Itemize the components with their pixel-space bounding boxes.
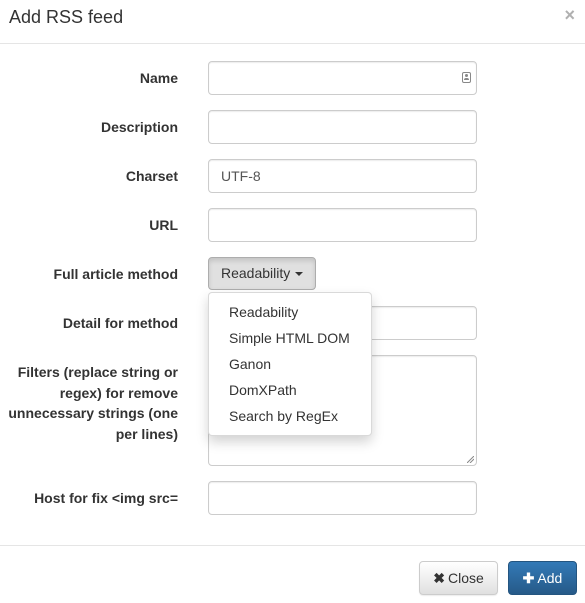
name-label: Name xyxy=(139,70,178,86)
close-button-label: Close xyxy=(447,570,484,586)
method-dropdown-button[interactable]: Readability xyxy=(208,257,317,290)
modal-title: Add RSS feed xyxy=(9,7,124,27)
add-button-label: Add xyxy=(537,570,563,586)
filters-label: Filters (replace string or regex) for re… xyxy=(8,364,178,442)
method-dropdown-menu: Readability Simple HTML DOM Ganon DomXPa… xyxy=(208,292,372,436)
method-option-search-by-regex[interactable]: Search by RegEx xyxy=(209,403,371,429)
name-input[interactable] xyxy=(208,61,477,95)
method-option-simple-html-dom[interactable]: Simple HTML DOM xyxy=(209,325,371,351)
charset-input[interactable]: UTF-8 xyxy=(208,159,477,193)
add-rss-feed-modal: Add RSS feed × Name Description Charset … xyxy=(0,0,585,603)
charset-label: Charset xyxy=(125,168,178,184)
modal-header: Add RSS feed × xyxy=(0,0,585,44)
close-button[interactable]: ✖ Close xyxy=(419,561,498,595)
description-label: Description xyxy=(100,119,178,135)
caret-down-icon xyxy=(295,272,304,277)
description-input[interactable] xyxy=(208,110,477,144)
method-selected: Readability xyxy=(221,265,291,281)
url-label: URL xyxy=(149,217,178,233)
add-button[interactable]: ✚ Add xyxy=(508,561,577,595)
method-option-readability[interactable]: Readability xyxy=(209,299,371,325)
plus-icon: ✚ xyxy=(522,570,535,586)
method-label: Full article method xyxy=(53,266,178,282)
method-option-domxpath[interactable]: DomXPath xyxy=(209,377,371,403)
host-input[interactable] xyxy=(208,481,477,515)
detail-label: Detail for method xyxy=(62,315,178,331)
modal-footer xyxy=(0,545,585,546)
resize-handle-icon[interactable] xyxy=(467,456,474,463)
host-label: Host for fix <img src= xyxy=(34,490,178,506)
close-x-icon: ✖ xyxy=(433,570,445,586)
charset-value: UTF-8 xyxy=(221,168,261,184)
contact-card-icon[interactable] xyxy=(462,72,471,83)
url-input[interactable] xyxy=(208,208,477,242)
method-option-ganon[interactable]: Ganon xyxy=(209,351,371,377)
close-icon[interactable]: × xyxy=(564,6,575,24)
